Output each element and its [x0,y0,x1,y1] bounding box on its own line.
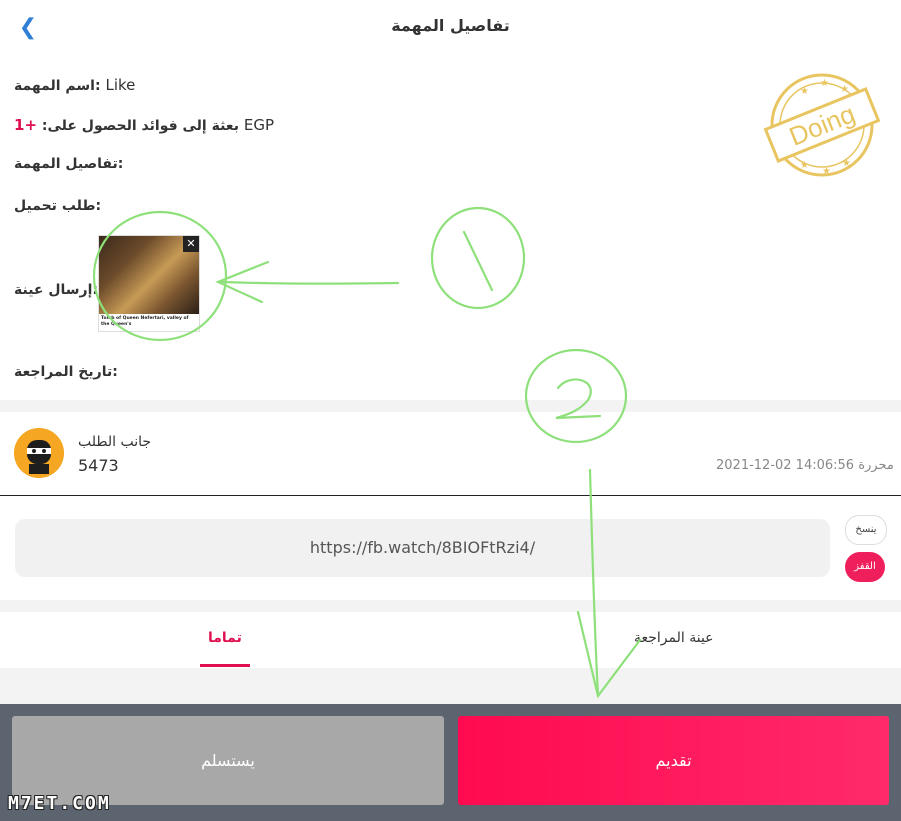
requester-label: جانب الطلب [78,434,152,450]
task-name-row: اسم المهمة: Like [14,76,135,94]
star-icon: ★ [800,160,809,171]
avatar [14,428,64,478]
watermark: M7ET.COM [8,793,111,814]
divider-line [0,495,901,496]
open-link-button[interactable]: القفز [845,552,885,582]
header: ❮ تفاصيل المهمة [0,0,901,56]
star-icon: ★ [800,86,809,97]
task-link[interactable]: https://fb.watch/8BIOFtRzi4/ [15,519,830,577]
star-icon: ★ [822,166,831,177]
close-icon[interactable]: ✕ [183,236,199,252]
sample-caption: Tomb of Queen Nefertari, valley of the Q… [101,316,189,327]
sample-label: إرسال عينة: [14,282,98,298]
task-details-label: تفاصيل المهمة: [14,156,124,172]
doing-stamp: Doing ★ ★ ★ ★ ★ ★ [763,73,881,177]
ninja-avatar-icon [14,428,64,478]
task-reward-row: بعثة إلى فوائد الحصول على: +1 EGP [14,116,274,134]
number-two-stroke [555,378,602,420]
requester-id: 5473 [78,456,119,475]
task-name-label: اسم المهمة: [14,78,101,94]
copy-button[interactable]: ينسخ [845,515,887,545]
tab-done[interactable]: تماما [208,630,242,646]
page-title: تفاصيل المهمة [391,16,510,35]
star-icon: ★ [840,84,849,95]
task-reward-plus: +1 [14,116,38,134]
give-up-button[interactable]: يستسلم [12,716,444,805]
arrowhead [215,260,270,304]
submit-button[interactable]: تقديم [458,716,889,805]
sample-thumbnail[interactable]: Tomb of Queen Nefertari, valley of the Q… [98,235,200,332]
task-reward-currency: EGP [243,116,274,134]
number-two-circle [524,348,628,444]
task-name-value: Like [105,76,136,94]
task-reward-label: بعثة إلى فوائد الحصول على: [41,118,239,134]
arrow-line [220,280,400,285]
star-icon: ★ [842,158,851,169]
section-divider [0,600,901,612]
upload-required-label: طلب تحميل: [14,198,102,214]
active-tab-indicator [200,664,250,667]
tab-bar: تماما عينة المراجعة [0,612,901,668]
star-icon: ★ [820,78,829,89]
review-date-label: تاريخ المراجعة: [14,364,118,380]
number-one-circle [430,206,526,310]
tab-review-sample[interactable]: عينة المراجعة [634,630,714,646]
content-area [0,668,901,704]
section-divider [0,400,901,412]
number-one-stroke [462,230,494,292]
posted-timestamp: 2021-12-02 14:06:56 محررة [716,458,894,473]
